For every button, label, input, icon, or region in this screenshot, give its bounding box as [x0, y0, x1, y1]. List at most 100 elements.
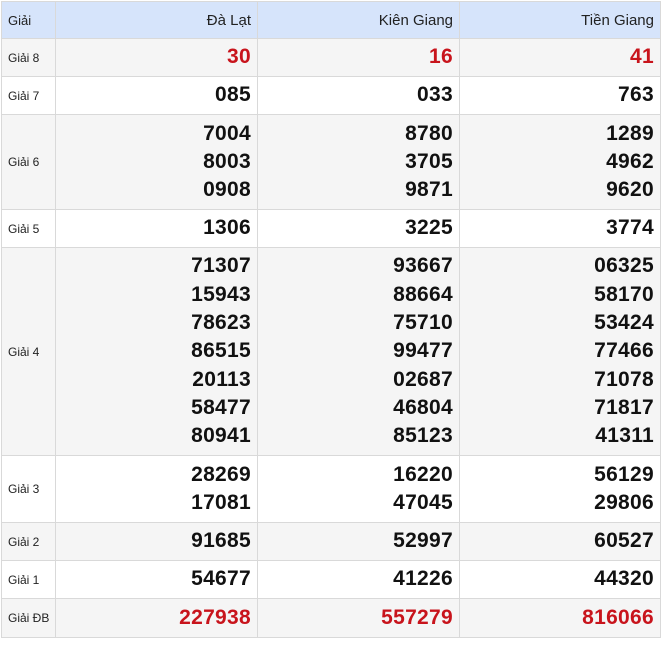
result-number: 16	[429, 45, 453, 69]
prize-row: Giải 2 91685 52997 60527	[1, 522, 661, 561]
result-cell-da-lat: 227938	[55, 598, 258, 638]
result-number: 41226	[393, 567, 453, 591]
result-number: 54677	[191, 567, 251, 591]
result-cell-kien-giang: 033	[257, 76, 460, 115]
result-number: 28269	[191, 462, 251, 486]
result-cell-da-lat: 28269 17081	[55, 455, 258, 523]
prize-label: Giải 4	[1, 247, 56, 456]
result-number: 1289	[606, 121, 654, 145]
prize-label: Giải 7	[1, 76, 56, 115]
result-cell-kien-giang: 557279	[257, 598, 460, 638]
result-cell-tien-giang: 56129 29806	[459, 455, 661, 523]
result-number: 71817	[594, 395, 654, 419]
result-number: 47045	[393, 491, 453, 514]
result-number: 16220	[393, 462, 453, 486]
result-cell-kien-giang: 41226	[257, 560, 460, 599]
result-number: 78623	[191, 311, 251, 335]
result-number: 9620	[606, 178, 654, 202]
result-number: 60527	[594, 529, 654, 553]
result-number: 06325	[594, 254, 654, 278]
result-cell-tien-giang: 3774	[459, 209, 661, 248]
prize-label: Giải 5	[1, 209, 56, 248]
result-number: 93667	[393, 254, 453, 278]
prize-row: Giải 7 085 033 763	[1, 76, 661, 115]
lottery-results-table: Giải Đà Lạt Kiên Giang Tiền Giang Giải 8…	[1, 1, 661, 638]
province-header-kien-giang: Kiên Giang	[257, 1, 460, 39]
result-cell-kien-giang: 93667 88664 75710 99477 02687 46804 85123	[257, 247, 460, 456]
prize-row: Giải 1 54677 41226 44320	[1, 560, 661, 599]
result-number: 41311	[595, 424, 654, 448]
result-cell-tien-giang: 44320	[459, 560, 661, 599]
result-number: 52997	[393, 529, 453, 553]
result-number: 41	[630, 45, 654, 69]
result-cell-kien-giang: 16220 47045	[257, 455, 460, 523]
result-number: 557279	[381, 605, 453, 629]
result-number: 8003	[203, 149, 251, 173]
prize-row: Giải 3 28269 17081 16220 47045 56129 29806	[1, 455, 661, 523]
result-number: 46804	[393, 395, 453, 419]
result-number: 58170	[594, 282, 654, 306]
result-cell-tien-giang: 1289 4962 9620	[459, 114, 661, 210]
result-number: 20113	[192, 367, 251, 391]
result-number: 58477	[191, 395, 251, 419]
prize-label: Giải ĐB	[1, 598, 56, 638]
result-number: 1306	[203, 216, 251, 240]
result-number: 763	[618, 83, 654, 107]
prize-row: Giải ĐB 227938 557279 816066	[1, 598, 661, 638]
result-number: 227938	[179, 605, 251, 629]
result-cell-tien-giang: 816066	[459, 598, 661, 638]
result-number: 7004	[203, 121, 251, 145]
province-header-tien-giang: Tiền Giang	[459, 1, 661, 39]
results-body: Giải 8 30 16 41 Giải 7 085 033 763 Giải 6 7004 800…	[1, 38, 661, 638]
result-number: 3225	[405, 216, 453, 240]
result-number: 17081	[191, 491, 251, 514]
result-cell-da-lat: 91685	[55, 522, 258, 561]
result-cell-tien-giang: 41	[459, 38, 661, 77]
result-number: 02687	[393, 367, 453, 391]
result-cell-kien-giang: 52997	[257, 522, 460, 561]
result-number: 77466	[594, 339, 654, 363]
province-header-da-lat: Đà Lạt	[55, 1, 258, 39]
result-cell-da-lat: 54677	[55, 560, 258, 599]
prize-row: Giải 8 30 16 41	[1, 38, 661, 77]
result-cell-da-lat: 7004 8003 0908	[55, 114, 258, 210]
result-number: 88664	[393, 282, 453, 306]
result-cell-da-lat: 085	[55, 76, 258, 115]
result-number: 30	[227, 45, 251, 69]
result-cell-tien-giang: 763	[459, 76, 661, 115]
result-number: 99477	[393, 339, 453, 363]
result-number: 4962	[606, 149, 654, 173]
result-number: 86515	[191, 339, 251, 363]
result-number: 75710	[393, 311, 453, 335]
prize-label: Giải 8	[1, 38, 56, 77]
result-number: 033	[417, 83, 453, 107]
prize-row: Giải 6 7004 8003 0908 8780 3705 9871 1289 4962 96…	[1, 114, 661, 210]
result-cell-tien-giang: 06325 58170 53424 77466 71078 71817 41311	[459, 247, 661, 456]
result-number: 29806	[594, 491, 654, 514]
result-number: 44320	[594, 567, 654, 591]
prize-row: Giải 5 1306 3225 3774	[1, 209, 661, 248]
result-number: 71078	[594, 367, 654, 391]
result-cell-da-lat: 71307 15943 78623 86515 20113 58477 80941	[55, 247, 258, 456]
result-number: 91685	[191, 529, 251, 553]
prize-label: Giải 3	[1, 455, 56, 523]
result-number: 85123	[393, 424, 453, 448]
result-cell-da-lat: 1306	[55, 209, 258, 248]
result-number: 3705	[405, 149, 453, 173]
result-cell-tien-giang: 60527	[459, 522, 661, 561]
header-row: Giải Đà Lạt Kiên Giang Tiền Giang	[1, 1, 661, 39]
result-number: 085	[215, 83, 251, 107]
result-number: 53424	[594, 311, 654, 335]
result-number: 80941	[191, 424, 251, 448]
result-number: 9871	[405, 178, 453, 202]
result-cell-da-lat: 30	[55, 38, 258, 77]
result-cell-kien-giang: 3225	[257, 209, 460, 248]
prize-label: Giải 6	[1, 114, 56, 210]
result-number: 816066	[582, 605, 654, 629]
result-number: 71307	[191, 254, 251, 278]
prize-row: Giải 4 71307 15943 78623 86515 20113 58477 8094…	[1, 247, 661, 456]
result-number: 15943	[191, 282, 251, 306]
prize-label: Giải 2	[1, 522, 56, 561]
result-number: 8780	[405, 121, 453, 145]
result-cell-kien-giang: 8780 3705 9871	[257, 114, 460, 210]
